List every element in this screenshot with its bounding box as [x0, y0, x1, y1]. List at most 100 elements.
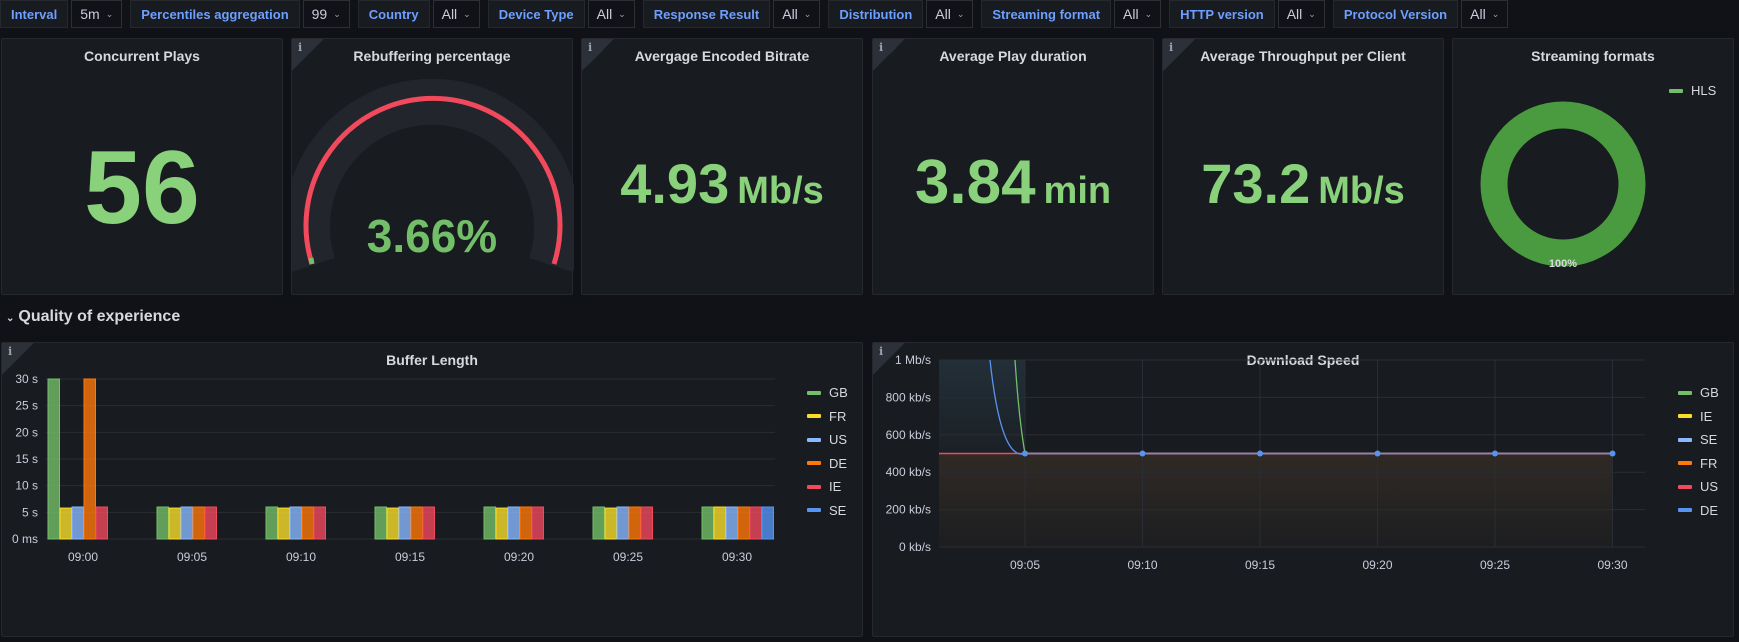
stat-unit: Mb/s	[737, 170, 824, 212]
chevron-down-icon: ⌄	[6, 313, 15, 324]
legend-label: DE	[829, 455, 848, 471]
legend-label: HLS	[1691, 83, 1717, 99]
bar	[95, 506, 108, 540]
data-point	[1492, 450, 1498, 457]
y-tick-label: 1 Mb/s	[895, 353, 931, 367]
chevron-down-icon: ⌄	[956, 8, 965, 19]
legend-item[interactable]: HLS	[1669, 79, 1716, 103]
legend-item[interactable]: SE	[1678, 428, 1719, 452]
y-tick-label: 15 s	[15, 452, 38, 466]
legend-item[interactable]: US	[807, 428, 848, 452]
x-tick-label: 09:00	[68, 550, 98, 564]
variable-label: Protocol Version	[1332, 0, 1459, 28]
variable-label: HTTP version	[1169, 0, 1275, 28]
legend-swatch	[1678, 508, 1692, 513]
y-tick-label: 0 kb/s	[899, 540, 931, 554]
x-tick-label: 09:05	[177, 550, 207, 564]
chevron-down-icon: ⌄	[1308, 8, 1316, 19]
bar	[749, 506, 762, 540]
bar	[374, 506, 387, 540]
x-tick-label: 09:10	[286, 550, 316, 564]
y-tick-label: 25 s	[15, 399, 38, 413]
bar	[59, 507, 72, 540]
legend-swatch	[1678, 414, 1692, 419]
variable-label: Response Result	[642, 0, 771, 28]
donut-legend: HLS	[1669, 79, 1716, 103]
bar	[531, 506, 544, 540]
chevron-down-icon: ⌄	[618, 8, 626, 19]
chart-legend: GB IE SE FR US DE	[1678, 381, 1719, 522]
variable-dropdown[interactable]: All ⌄	[926, 0, 974, 28]
y-tick-label: 5 s	[22, 505, 38, 519]
x-tick-label: 09:10	[1127, 558, 1157, 572]
x-tick-label: 09:20	[1362, 558, 1392, 572]
legend-label: SE	[829, 502, 847, 518]
legend-label: IE	[829, 479, 842, 495]
variable-dropdown[interactable]: 5m ⌄	[71, 0, 123, 28]
legend-item[interactable]: GB	[1678, 381, 1719, 405]
y-tick-label: 0 ms	[12, 532, 38, 546]
stat-value: 73.2 Mb/s	[1163, 151, 1443, 216]
legend-item[interactable]: DE	[1678, 499, 1719, 523]
variable-dropdown[interactable]: All ⌄	[432, 0, 480, 28]
variable-dropdown[interactable]: All ⌄	[1277, 0, 1325, 28]
variable-streaming-format: Streaming format All ⌄	[981, 0, 1162, 28]
legend-item[interactable]: FR	[807, 405, 848, 429]
variable-dropdown[interactable]: All ⌄	[773, 0, 821, 28]
stat-unit: Mb/s	[1318, 170, 1405, 212]
variable-dropdown[interactable]: 99 ⌄	[302, 0, 350, 28]
legend-swatch	[1678, 461, 1692, 466]
legend-label: FR	[1700, 455, 1718, 471]
legend-swatch	[807, 414, 821, 419]
legend-item[interactable]: US	[1678, 475, 1719, 499]
variable-label: Distribution	[828, 0, 924, 28]
bar	[47, 378, 60, 540]
bar	[386, 507, 399, 540]
variable-label: Interval	[0, 0, 69, 28]
legend-item[interactable]: FR	[1678, 452, 1719, 476]
variable-dropdown[interactable]: All ⌄	[1461, 0, 1509, 28]
variable-dropdown[interactable]: All ⌄	[1114, 0, 1162, 28]
bar	[192, 506, 205, 540]
legend-item[interactable]: IE	[807, 475, 848, 499]
bar	[168, 507, 181, 540]
variable-label: Country	[357, 0, 430, 28]
legend-item[interactable]: IE	[1678, 405, 1719, 429]
y-tick-label: 20 s	[15, 425, 38, 439]
variable-value: 5m	[80, 6, 100, 22]
panel-encoded-bitrate: i Avergage Encoded Bitrate 4.93 Mb/s	[581, 38, 863, 295]
legend-item[interactable]: SE	[807, 499, 848, 523]
panel-download-speed: i Download Speed 0 kb/s 200 kb/s 400 kb/s 6…	[872, 342, 1734, 637]
legend-label: DE	[1700, 502, 1719, 518]
panel-rebuffering: i Rebuffering percentage 3.66%	[291, 38, 574, 295]
area-fill-early	[939, 360, 1025, 454]
legend-label: FR	[829, 408, 847, 424]
donut-chart: 100%	[1480, 101, 1646, 270]
chart-legend: GB FR US DE IE SE	[807, 381, 848, 522]
variable-country: Country All ⌄	[357, 0, 480, 28]
legend-label: GB	[829, 385, 848, 401]
variable-distribution: Distribution All ⌄	[828, 0, 974, 28]
legend-item[interactable]: DE	[807, 452, 848, 476]
bar	[761, 506, 774, 540]
stat-unit: min	[1043, 170, 1112, 212]
legend-label: SE	[1700, 432, 1718, 448]
stat-number: 4.93	[620, 152, 730, 215]
variable-http-version: HTTP version All ⌄	[1169, 0, 1325, 28]
panel-title: Average Play duration	[939, 48, 1087, 64]
variable-label: Percentiles aggregation	[130, 0, 300, 28]
legend-item[interactable]: GB	[807, 381, 848, 405]
variable-dropdown[interactable]: All ⌄	[587, 0, 635, 28]
chevron-down-icon: ⌄	[333, 8, 341, 19]
bar	[483, 506, 496, 540]
row-quality-of-experience[interactable]: ⌄ Quality of experience	[6, 308, 180, 326]
bar	[519, 506, 532, 540]
x-tick-label: 09:25	[1480, 558, 1510, 572]
bar	[398, 506, 411, 540]
legend-label: GB	[1700, 385, 1719, 401]
bar	[289, 506, 302, 540]
bar	[616, 506, 629, 540]
bar	[495, 507, 508, 540]
chevron-down-icon: ⌄	[803, 8, 812, 19]
bar	[83, 378, 96, 540]
